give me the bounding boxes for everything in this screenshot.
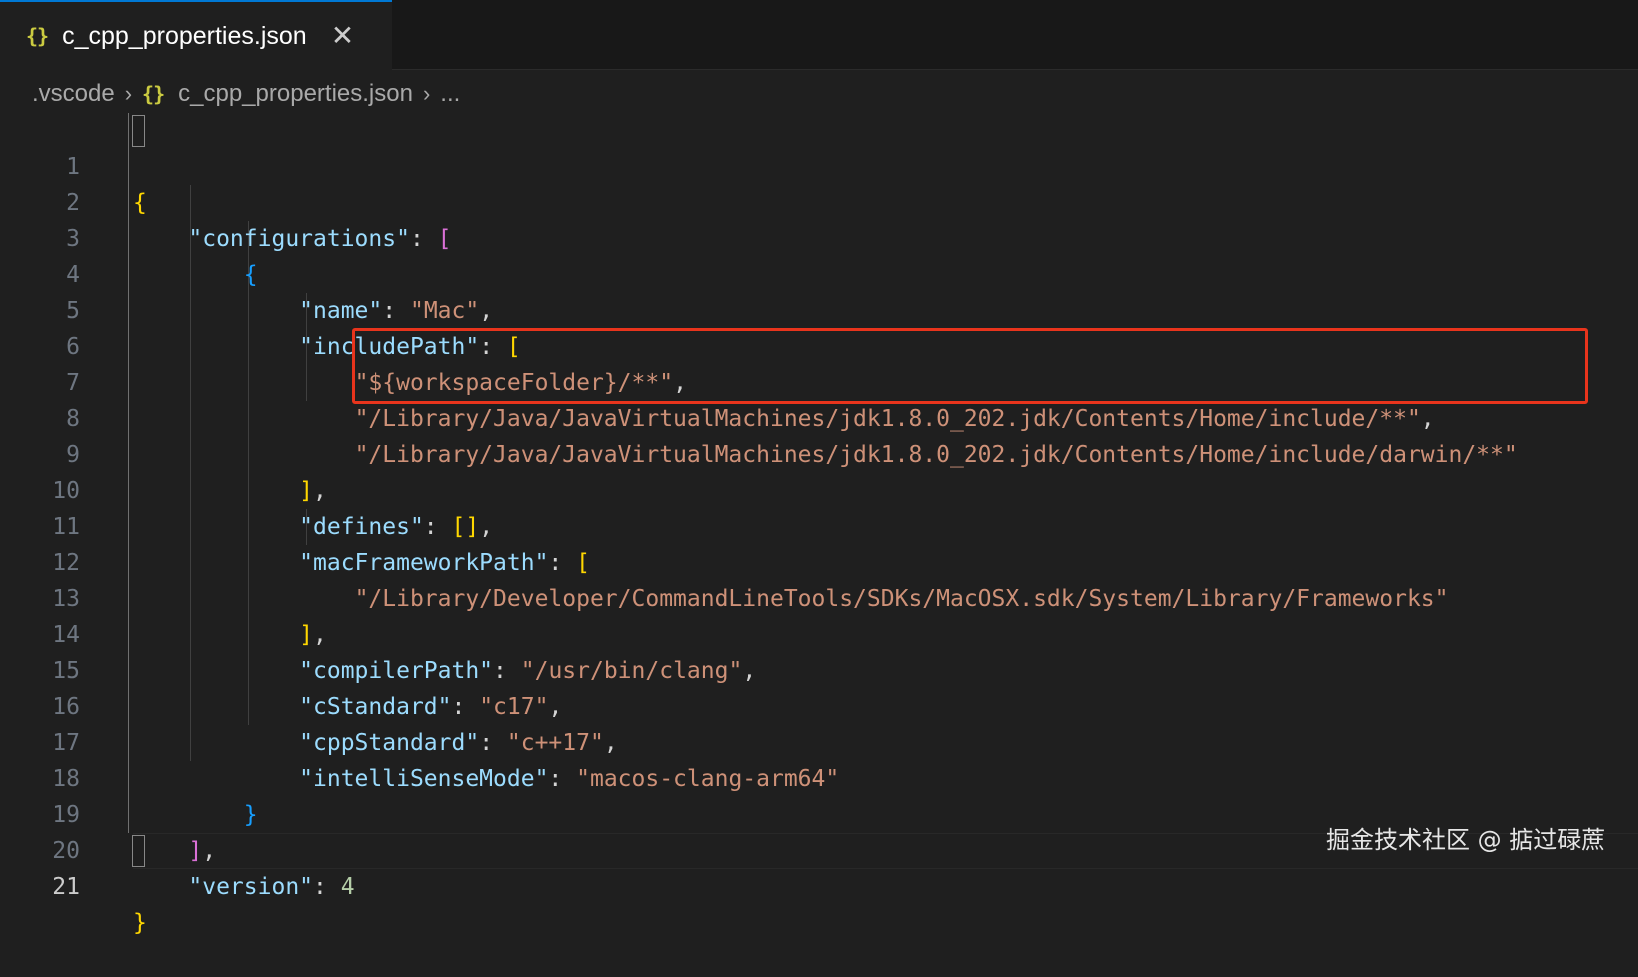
line-number: 21 — [52, 874, 80, 900]
tab-label: c_cpp_properties.json — [62, 21, 307, 50]
code-line: 1 { — [0, 113, 1638, 216]
tab-c-cpp-properties[interactable]: {} c_cpp_properties.json ✕ — [0, 0, 392, 70]
breadcrumb-symbols[interactable]: ... — [440, 80, 460, 108]
json-braces-icon: {} — [26, 24, 49, 48]
code-line: 4 "name": "Mac", — [0, 221, 1638, 324]
code-line: 3 { — [0, 185, 1638, 288]
code-line: 2 "configurations": [ — [0, 149, 1638, 252]
code-line: 16 "cppStandard": "c++17", — [0, 653, 1638, 756]
chevron-right-icon: › — [124, 81, 133, 106]
code-line: 13 ], — [0, 545, 1638, 648]
code-editor[interactable]: 1 { 2 "configurations": [ 3 { 4 "name": … — [0, 113, 1638, 936]
annotation-highlight-box — [352, 328, 1588, 404]
code-line: 5 "includePath": [ — [0, 257, 1638, 360]
breadcrumb-file[interactable]: c_cpp_properties.json — [178, 80, 413, 108]
breadcrumb-folder[interactable]: .vscode — [32, 80, 115, 108]
breadcrumb: .vscode › {} c_cpp_properties.json › ... — [32, 74, 460, 114]
code-line: 11 "macFrameworkPath": [ — [0, 473, 1638, 576]
code-line: 19 ], — [0, 761, 1638, 864]
code-line: 14 "compilerPath": "/usr/bin/clang", — [0, 581, 1638, 684]
close-icon[interactable]: ✕ — [331, 22, 354, 50]
tab-bar: {} c_cpp_properties.json ✕ — [0, 0, 1638, 70]
code-line: 9 ], — [0, 401, 1638, 504]
chevron-right-icon: › — [422, 81, 431, 106]
code-line: 12 "/Library/Developer/CommandLineTools/… — [0, 509, 1638, 612]
code-line: 17 "intelliSenseMode": "macos-clang-arm6… — [0, 689, 1638, 792]
code-line: 6 "${workspaceFolder}/**", — [0, 293, 1638, 396]
watermark: 掘金技术社区 @ 掂过碌蔗 — [1326, 826, 1606, 854]
code-line: 18 } — [0, 725, 1638, 828]
code-line: 15 "cStandard": "c17", — [0, 617, 1638, 720]
code-line: 10 "defines": [], — [0, 437, 1638, 540]
json-braces-icon: {} — [142, 82, 165, 106]
